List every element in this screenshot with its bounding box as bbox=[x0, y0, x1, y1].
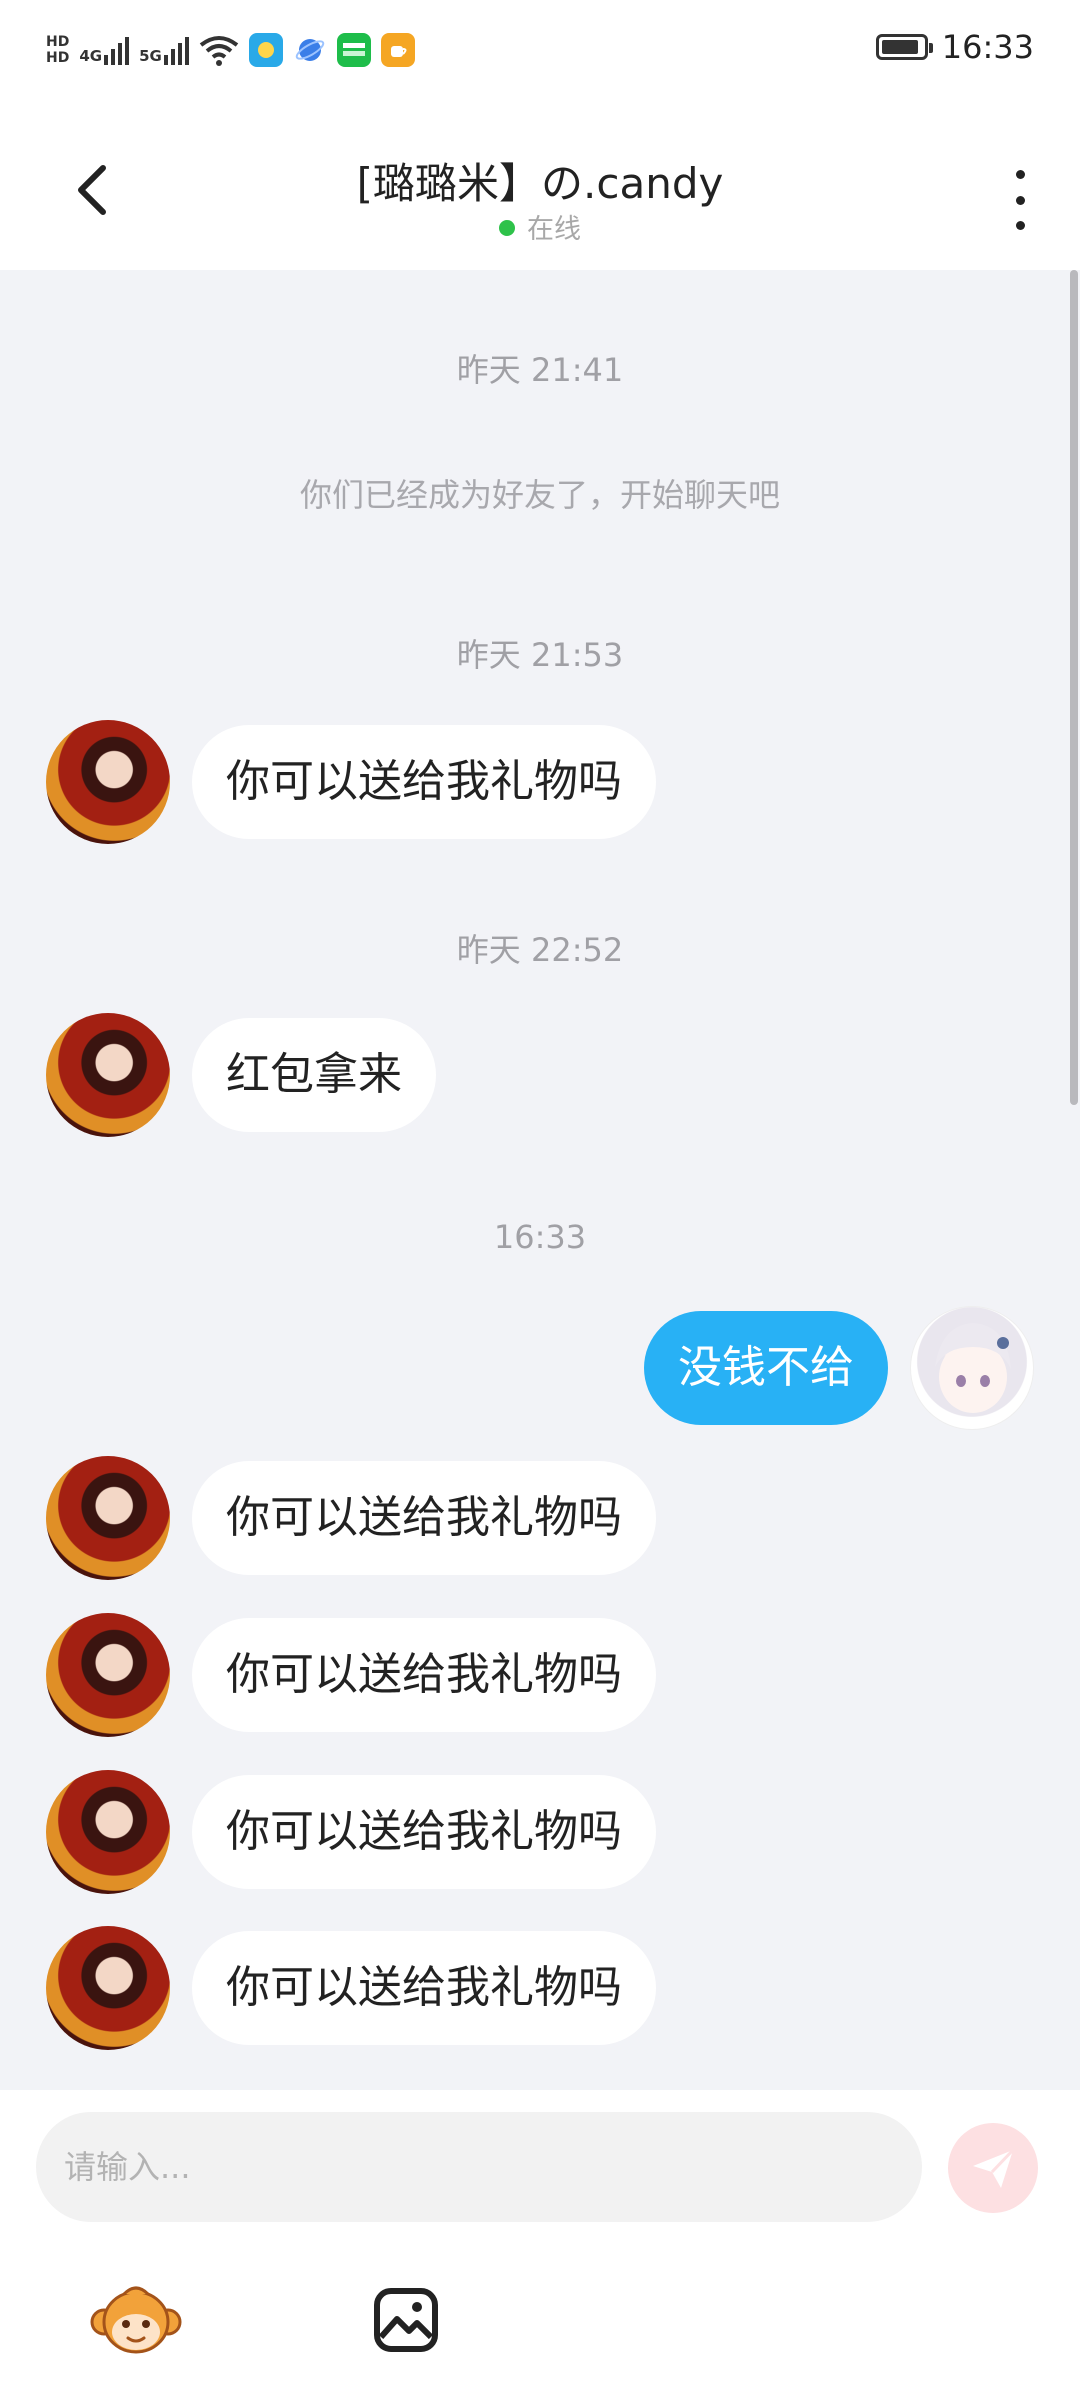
online-dot-icon bbox=[499, 219, 515, 236]
timestamp: 昨天 21:41 bbox=[456, 351, 624, 389]
message-row: 你可以送给我礼物吗 bbox=[0, 1926, 1080, 2050]
outgoing-message-bubble[interactable]: 没钱不给 bbox=[644, 1311, 888, 1425]
incoming-message-bubble[interactable]: 红包拿来 bbox=[192, 1018, 436, 1132]
browser-app-icon bbox=[293, 33, 327, 67]
emoji-sticker-button[interactable] bbox=[86, 2270, 186, 2370]
send-button[interactable] bbox=[948, 2123, 1038, 2213]
hd-bottom-label: HD bbox=[46, 50, 70, 66]
message-row: 你可以送给我礼物吗 bbox=[0, 1770, 1080, 1894]
incoming-message-bubble[interactable]: 你可以送给我礼物吗 bbox=[192, 1618, 656, 1732]
status-bar: HD HD 4G 5G 16:33 bbox=[0, 0, 1080, 100]
more-options-button[interactable] bbox=[1000, 170, 1040, 230]
message-row: 没钱不给 bbox=[0, 1306, 1080, 1430]
cup-app-icon bbox=[380, 33, 415, 67]
message-row: 你可以送给我礼物吗 bbox=[0, 1613, 1080, 1737]
chat-scrollbar[interactable] bbox=[1070, 270, 1078, 1105]
anime-girl-avatar-icon bbox=[935, 1323, 1011, 1413]
timestamp: 昨天 21:53 bbox=[456, 636, 624, 674]
image-picker-button[interactable] bbox=[356, 2270, 456, 2370]
image-icon bbox=[374, 2288, 438, 2352]
status-right-group: 16:33 bbox=[875, 28, 1034, 66]
signal-bars-icon bbox=[104, 35, 130, 65]
contact-avatar[interactable] bbox=[46, 1456, 170, 1580]
iqiyi-app-icon bbox=[336, 33, 371, 67]
chat-header: [璐璐米】の.candy 在线 bbox=[0, 100, 1080, 270]
message-row: 你可以送给我礼物吗 bbox=[0, 720, 1080, 844]
contact-avatar[interactable] bbox=[46, 1013, 170, 1137]
message-list[interactable]: 昨天 21:41 你们已经成为好友了，开始聊天吧 昨天 21:53 你可以送给我… bbox=[0, 270, 1080, 2090]
incoming-message-bubble[interactable]: 你可以送给我礼物吗 bbox=[192, 1931, 656, 2045]
signal-bars-icon bbox=[163, 35, 189, 65]
signal-5g: 5G bbox=[139, 35, 189, 65]
timestamp: 昨天 22:52 bbox=[456, 931, 624, 969]
weather-app-icon bbox=[248, 33, 283, 67]
contact-avatar[interactable] bbox=[46, 1926, 170, 2050]
contact-avatar[interactable] bbox=[46, 1613, 170, 1737]
hd-indicator: HD HD bbox=[46, 34, 69, 66]
incoming-message-bubble[interactable]: 你可以送给我礼物吗 bbox=[192, 1775, 656, 1889]
online-status-label: 在线 bbox=[527, 214, 581, 245]
composer-bar bbox=[0, 2090, 1080, 2400]
status-left-group: HD HD 4G 5G bbox=[46, 26, 415, 74]
message-row: 你可以送给我礼物吗 bbox=[0, 1456, 1080, 1580]
message-row: 红包拿来 bbox=[0, 1013, 1080, 1137]
paper-plane-icon bbox=[973, 2148, 1015, 2188]
status-time: 16:33 bbox=[941, 28, 1034, 66]
message-input[interactable] bbox=[36, 2112, 922, 2222]
contact-avatar[interactable] bbox=[46, 1770, 170, 1894]
monkey-emoji-icon bbox=[90, 2286, 182, 2354]
contact-avatar[interactable] bbox=[46, 720, 170, 844]
hd-top-label: HD bbox=[46, 34, 70, 50]
incoming-message-bubble[interactable]: 你可以送给我礼物吗 bbox=[192, 725, 656, 839]
contact-name: [璐璐米】の.candy bbox=[356, 159, 724, 208]
incoming-message-bubble[interactable]: 你可以送给我礼物吗 bbox=[192, 1461, 656, 1575]
online-status: 在线 bbox=[0, 207, 1080, 246]
more-dot-icon bbox=[1015, 170, 1025, 179]
wifi-icon bbox=[199, 36, 239, 66]
network-4g-label: 4G bbox=[79, 47, 103, 65]
timestamp: 16:33 bbox=[493, 1218, 587, 1256]
more-dot-icon bbox=[1015, 221, 1025, 230]
signal-4g: 4G bbox=[79, 35, 130, 65]
battery-icon bbox=[875, 34, 933, 60]
my-avatar[interactable] bbox=[910, 1306, 1034, 1430]
network-5g-label: 5G bbox=[139, 47, 162, 65]
more-dot-icon bbox=[1015, 195, 1025, 205]
system-message: 你们已经成为好友了，开始聊天吧 bbox=[299, 476, 780, 514]
